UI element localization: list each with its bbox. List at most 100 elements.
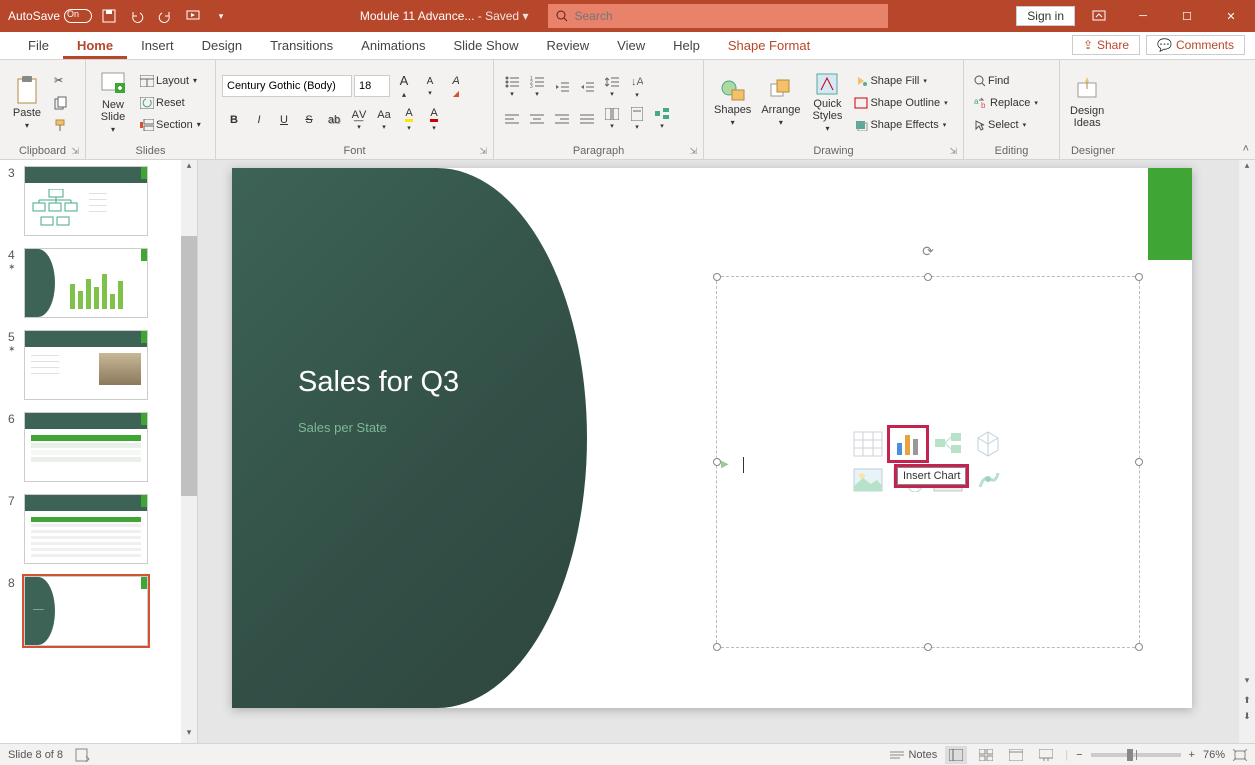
signin-button[interactable]: Sign in	[1016, 6, 1075, 26]
copy-button[interactable]	[50, 92, 72, 114]
collapse-ribbon-icon[interactable]: ˄	[1243, 143, 1249, 155]
ribbon-display-icon[interactable]	[1079, 1, 1119, 31]
notes-button[interactable]: Notes	[890, 749, 937, 761]
zoom-level[interactable]: 76%	[1203, 749, 1225, 761]
tab-shape-format[interactable]: Shape Format	[714, 32, 824, 59]
font-name-input[interactable]	[222, 75, 352, 97]
design-ideas-button[interactable]: Design Ideas	[1066, 67, 1108, 139]
zoom-in-button[interactable]: +	[1189, 749, 1195, 761]
layout-button[interactable]: Layout▾	[136, 70, 205, 92]
thumb-slide-8[interactable]: 8 ───	[0, 570, 197, 652]
autosave-toggle[interactable]: AutoSave	[8, 9, 92, 23]
resize-handle[interactable]	[1135, 643, 1143, 651]
reading-view-icon[interactable]	[1005, 746, 1027, 764]
shapes-button[interactable]: Shapes▾	[710, 67, 755, 139]
minimize-icon[interactable]: ─	[1123, 1, 1163, 31]
change-case-button[interactable]: Aa▾	[372, 107, 396, 133]
align-right-button[interactable]	[550, 105, 574, 133]
numbering-button[interactable]: 123▾	[525, 73, 549, 101]
comments-button[interactable]: 💬Comments	[1146, 35, 1245, 55]
font-color-button[interactable]: A▾	[422, 105, 446, 134]
clipboard-launcher-icon[interactable]: ⇲	[71, 146, 79, 157]
insert-picture-icon[interactable]	[850, 464, 886, 496]
thumb-slide-3[interactable]: 3 ────────────────────	[0, 160, 197, 242]
font-size-input[interactable]	[354, 75, 390, 97]
scroll-down-icon[interactable]: ▾	[1239, 675, 1255, 691]
font-launcher-icon[interactable]: ⇲	[479, 146, 487, 157]
resize-handle[interactable]	[924, 643, 932, 651]
scroll-up-icon[interactable]: ▴	[181, 160, 197, 176]
format-painter-button[interactable]	[50, 114, 72, 136]
insert-stock-icon[interactable]	[970, 464, 1006, 496]
insert-table-icon[interactable]	[850, 428, 886, 460]
underline-button[interactable]: U	[272, 112, 296, 128]
decrease-indent-button[interactable]	[550, 73, 574, 101]
share-button[interactable]: ⇪Share	[1072, 35, 1140, 55]
slideshow-start-icon[interactable]	[182, 5, 204, 27]
zoom-out-button[interactable]: −	[1076, 749, 1082, 761]
align-text-button[interactable]: ▾	[625, 105, 649, 133]
find-button[interactable]: Find	[970, 70, 1042, 92]
insert-chart-icon[interactable]	[890, 428, 926, 460]
shape-fill-button[interactable]: Shape Fill▾	[850, 70, 951, 92]
shape-effects-button[interactable]: Shape Effects▾	[850, 114, 951, 136]
shrink-font-button[interactable]: A▾	[418, 74, 442, 99]
resize-handle[interactable]	[924, 273, 932, 281]
zoom-slider[interactable]	[1091, 753, 1181, 757]
tab-insert[interactable]: Insert	[127, 32, 188, 59]
italic-button[interactable]: I	[247, 112, 271, 128]
fit-to-window-icon[interactable]	[1233, 749, 1247, 761]
thumb-slide-4[interactable]: 4✶	[0, 242, 197, 324]
spellcheck-icon[interactable]	[75, 748, 91, 762]
tab-slideshow[interactable]: Slide Show	[439, 32, 532, 59]
tab-file[interactable]: File	[14, 32, 63, 59]
shape-outline-button[interactable]: Shape Outline▾	[850, 92, 951, 114]
resize-handle[interactable]	[713, 458, 721, 466]
tab-review[interactable]: Review	[533, 32, 604, 59]
rotate-handle-icon[interactable]: ⟳	[922, 243, 934, 260]
align-left-button[interactable]	[500, 105, 524, 133]
save-icon[interactable]	[98, 5, 120, 27]
highlight-button[interactable]: A▾	[397, 105, 421, 134]
normal-view-icon[interactable]	[945, 746, 967, 764]
slide-editor[interactable]: Sales for Q3 Sales per State ⟳ ▶	[198, 160, 1255, 743]
select-button[interactable]: Select▾	[970, 114, 1042, 136]
tab-transitions[interactable]: Transitions	[256, 32, 347, 59]
sorter-view-icon[interactable]	[975, 746, 997, 764]
new-slide-button[interactable]: New Slide▾	[92, 67, 134, 139]
bullets-button[interactable]: ▾	[500, 73, 524, 101]
slide-subtitle[interactable]: Sales per State	[298, 420, 387, 435]
char-spacing-button[interactable]: A͟V▾	[347, 107, 371, 133]
content-placeholder[interactable]: ⟳ ▶	[716, 276, 1140, 648]
tab-help[interactable]: Help	[659, 32, 714, 59]
tab-home[interactable]: Home	[63, 32, 127, 59]
strikethrough-button[interactable]: S	[297, 112, 321, 128]
slide-counter[interactable]: Slide 8 of 8	[8, 749, 63, 761]
bold-button[interactable]: B	[222, 112, 246, 128]
close-icon[interactable]: ✕	[1211, 1, 1251, 31]
slideshow-view-icon[interactable]	[1035, 746, 1057, 764]
qat-more-icon[interactable]: ▾	[210, 5, 232, 27]
resize-handle[interactable]	[713, 273, 721, 281]
search-input[interactable]	[574, 9, 880, 23]
thumb-slide-6[interactable]: 6	[0, 406, 197, 488]
drawing-launcher-icon[interactable]: ⇲	[949, 146, 957, 157]
prev-slide-icon[interactable]: ⬆	[1239, 695, 1255, 711]
maximize-icon[interactable]: ☐	[1167, 1, 1207, 31]
tab-view[interactable]: View	[603, 32, 659, 59]
align-center-button[interactable]	[525, 105, 549, 133]
resize-handle[interactable]	[1135, 273, 1143, 281]
scroll-up-icon[interactable]: ▴	[1239, 160, 1255, 176]
thumb-slide-7[interactable]: 7	[0, 488, 197, 570]
justify-button[interactable]	[575, 105, 599, 133]
replace-button[interactable]: abReplace▾	[970, 92, 1042, 114]
thumb-slide-5[interactable]: 5✶ ────────────────────────────────	[0, 324, 197, 406]
undo-icon[interactable]	[126, 5, 148, 27]
insert-smartart-icon[interactable]	[930, 428, 966, 460]
grow-font-button[interactable]: A▴	[392, 71, 416, 101]
scroll-down-icon[interactable]: ▾	[181, 727, 197, 743]
thumbs-scrollbar[interactable]: ▴ ▾	[181, 160, 197, 743]
insert-3d-icon[interactable]	[970, 428, 1006, 460]
shadow-button[interactable]: ab	[322, 112, 346, 128]
text-direction-button[interactable]: ↓A▾	[625, 73, 649, 101]
